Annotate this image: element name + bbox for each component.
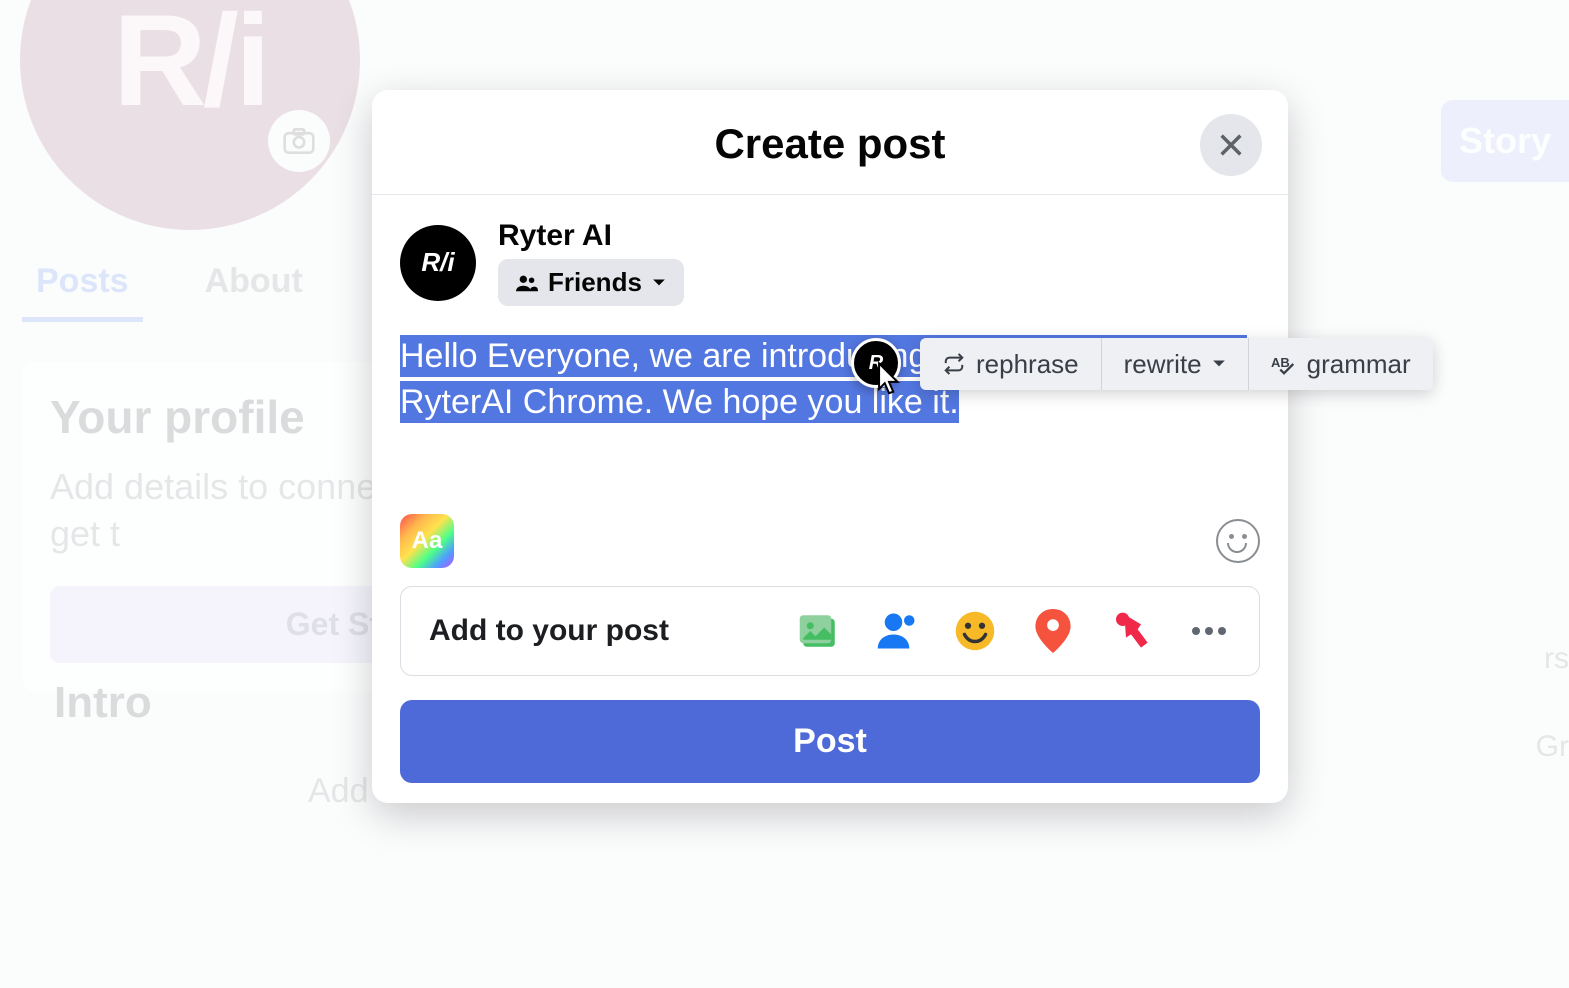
camera-icon[interactable]	[268, 110, 330, 172]
grammar-button[interactable]: AB grammar	[1249, 338, 1433, 390]
rephrase-label: rephrase	[976, 349, 1079, 380]
intro-heading: Intro	[54, 678, 152, 728]
background-color-button[interactable]: Aa	[400, 514, 454, 568]
add-label: Add	[308, 772, 369, 811]
close-icon	[1217, 131, 1245, 159]
grammar-icon: AB	[1271, 353, 1297, 375]
author-row: R/i Ryter AI Friends	[400, 219, 1260, 306]
rephrase-button[interactable]: rephrase	[920, 338, 1102, 390]
audience-selector[interactable]: Friends	[498, 259, 684, 306]
photo-video-icon[interactable]	[797, 609, 841, 653]
friends-icon	[516, 274, 538, 292]
modal-header: Create post	[372, 90, 1288, 195]
modal-title: Create post	[372, 120, 1288, 168]
chevron-down-icon	[1212, 359, 1226, 369]
ryter-toolbar: rephrase rewrite AB grammar	[920, 338, 1433, 390]
add-to-post-label: Add to your post	[429, 614, 669, 648]
svg-text:AB: AB	[1271, 355, 1290, 370]
avatar-text: R/i	[113, 0, 267, 135]
emoji-picker-button[interactable]	[1216, 519, 1260, 563]
rewrite-label: rewrite	[1124, 349, 1202, 380]
tag-people-icon[interactable]	[875, 609, 919, 653]
chevron-down-icon	[652, 278, 666, 288]
feeling-activity-icon[interactable]	[953, 609, 997, 653]
tab-posts[interactable]: Posts	[22, 246, 143, 322]
author-avatar-text: R/i	[421, 247, 454, 278]
rephrase-icon	[942, 353, 966, 375]
add-story-button[interactable]: Story	[1441, 100, 1569, 182]
author-name: Ryter AI	[498, 219, 684, 253]
tab-about[interactable]: About	[191, 246, 317, 322]
right-edge-label-2: Gr	[1536, 730, 1569, 764]
live-video-icon[interactable]	[1109, 609, 1153, 653]
grammar-label: grammar	[1307, 349, 1411, 380]
rewrite-button[interactable]: rewrite	[1102, 338, 1249, 390]
ryter-badge-icon[interactable]: R	[851, 338, 901, 388]
right-edge-label-1: rs	[1544, 642, 1569, 676]
close-button[interactable]	[1200, 114, 1262, 176]
post-button[interactable]: Post	[400, 700, 1260, 783]
create-post-modal: Create post R/i Ryter AI Friends Hello E…	[372, 90, 1288, 803]
author-avatar: R/i	[400, 225, 476, 301]
check-in-icon[interactable]	[1031, 609, 1075, 653]
audience-label: Friends	[548, 267, 642, 298]
add-to-post-bar: Add to your post	[400, 586, 1260, 676]
more-options-icon[interactable]	[1187, 609, 1231, 653]
ryter-badge-text: R	[869, 352, 883, 375]
